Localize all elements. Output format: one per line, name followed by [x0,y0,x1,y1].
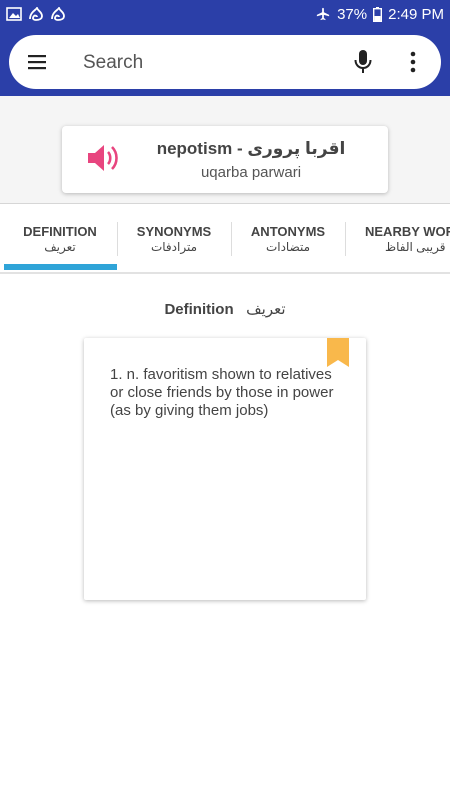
tab-label: ANTONYMS [250,224,326,239]
tab-definition[interactable]: DEFINITION تعریف [3,204,117,272]
tab-synonyms[interactable]: SYNONYMS مترادفات [117,204,231,272]
tab-label-urdu: متضادات [265,240,311,254]
tab-bar: DEFINITION تعریف SYNONYMS مترادفات ANTON… [0,204,450,274]
more-options-icon[interactable] [406,50,420,74]
word-card: nepotism - اقربا پروری uqarba parwari [62,126,388,193]
tab-label-urdu: تعریف [44,240,76,254]
app-icon [51,7,65,21]
search-bar [9,35,441,91]
tab-antonyms[interactable]: ANTONYMS متضادات [231,204,345,272]
airplane-icon [316,7,330,21]
search-input[interactable] [81,35,335,91]
app-icon [29,7,43,21]
tab-nearby-words[interactable]: NEARBY WORDS قریبی الفاظ [345,204,450,272]
section-title-english: Definition [164,301,234,318]
section-title: Definition تعریف [0,300,450,318]
word-header: nepotism - اقربا پروری uqarba parwari [0,96,450,204]
image-icon [6,7,22,21]
bookmark-icon[interactable] [327,338,349,367]
microphone-icon[interactable] [352,49,374,75]
speaker-icon[interactable] [86,142,120,174]
active-tab-indicator [4,264,117,270]
menu-icon[interactable] [26,51,48,73]
battery-icon [373,6,383,22]
definition-card: 1. n. favoritism shown to relatives or c… [84,338,366,600]
battery-percent: 37% [337,5,368,23]
tab-label: NEARBY WORDS [365,224,450,239]
section-title-urdu: تعریف [246,301,286,318]
status-bar: 37% 2:49 PM [0,0,450,28]
tab-label: DEFINITION [23,224,97,239]
word-romanization: uqarba parwari [200,164,302,181]
tab-label-urdu: مترادفات [150,240,198,254]
definition-text: 1. n. favoritism shown to relatives or c… [110,366,334,419]
tab-label-urdu: قریبی الفاظ [385,240,446,254]
tab-label: SYNONYMS [136,224,212,239]
app-bar [0,28,450,96]
word-title: nepotism - اقربا پروری [156,139,346,158]
clock: 2:49 PM [388,5,444,23]
